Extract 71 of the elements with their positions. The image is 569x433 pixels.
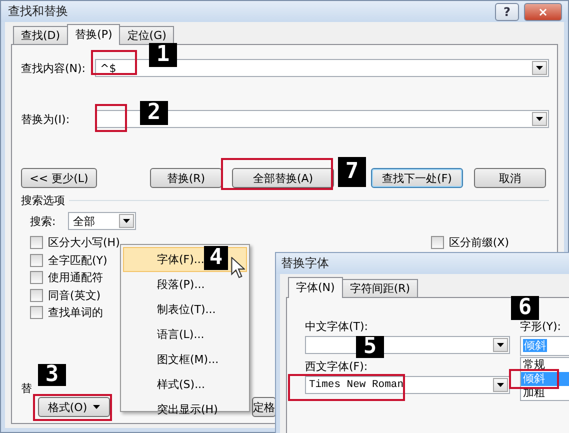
- checkbox[interactable]: [30, 271, 43, 284]
- field-value: ^$: [99, 62, 118, 74]
- list-item[interactable]: 常规: [521, 358, 569, 372]
- format-button[interactable]: 格式(O): [38, 397, 110, 417]
- menu-item[interactable]: 语言(L)...: [123, 322, 247, 347]
- step-number-badge: 3: [38, 364, 66, 386]
- dropdown-button[interactable]: [119, 214, 134, 228]
- field-label: 替换为(I):: [21, 112, 71, 126]
- menu-item[interactable]: 图文框(M)...: [123, 347, 247, 372]
- dialog-button[interactable]: 查找下一处(F): [371, 168, 463, 188]
- caret-icon: [497, 383, 504, 387]
- highlight-frame: [91, 50, 137, 75]
- highlight-frame: [95, 104, 127, 132]
- field-label: 查找内容(N):: [21, 60, 87, 76]
- dialog-button[interactable]: 定格: [252, 397, 276, 417]
- step-number-badge: 5: [356, 336, 384, 358]
- highlight-frame: [509, 369, 559, 389]
- field-label: 搜索:: [30, 214, 57, 228]
- menu-item[interactable]: 制表位(T)...: [123, 297, 247, 322]
- mouse-pointer-icon: [231, 257, 245, 279]
- tab[interactable]: 替换(P): [67, 24, 120, 45]
- checkbox-label: 区分前缀(X): [448, 235, 509, 250]
- step-number-badge: 4: [204, 246, 228, 270]
- field-value: 倾斜: [523, 339, 547, 352]
- checkbox-label: 同音(英文): [48, 288, 101, 303]
- checkbox[interactable]: [430, 236, 444, 250]
- caret-icon: [123, 219, 130, 223]
- section-title: 搜索选项: [21, 193, 65, 208]
- step-number-badge: 6: [511, 296, 539, 320]
- checkbox-label: 查找单词的: [48, 305, 103, 320]
- checkbox[interactable]: [30, 236, 43, 250]
- checkbox-label: 使用通配符: [48, 270, 103, 286]
- dropdown-button[interactable]: [532, 61, 547, 75]
- dropdown-value: Times New Roman: [308, 379, 405, 391]
- tab[interactable]: 定位(G): [119, 26, 174, 44]
- tab[interactable]: 查找(D): [13, 26, 68, 44]
- window-title: 查找和替换: [8, 3, 68, 20]
- menu-item[interactable]: 突出显示(H): [123, 397, 247, 422]
- dialog-button[interactable]: << 更少(L): [21, 168, 97, 188]
- dialog-button[interactable]: 取消: [474, 168, 546, 188]
- menu-item[interactable]: 样式(S)...: [123, 372, 247, 397]
- dialog-button[interactable]: 全部替换(A): [232, 168, 334, 188]
- caret-icon: [536, 66, 543, 70]
- checkbox[interactable]: [30, 254, 43, 267]
- checkbox-label: 全字匹配(Y): [48, 252, 108, 268]
- field-label: 西文字体(F):: [305, 359, 369, 375]
- step-number-badge: 1: [149, 43, 177, 67]
- field-label: 中文字体(T):: [305, 319, 370, 335]
- dialog-button[interactable]: 替换(R): [150, 168, 222, 188]
- western-font-dropdown[interactable]: Times New Roman: [305, 376, 510, 394]
- section-title: 替: [21, 381, 32, 397]
- field-label: 字形(Y):: [520, 319, 562, 335]
- checkbox[interactable]: [30, 306, 43, 320]
- caret-icon: [536, 117, 543, 121]
- checkbox-label: 区分大小写(H): [48, 235, 120, 250]
- help-button[interactable]: ?: [495, 2, 519, 20]
- step-number-badge: 2: [140, 101, 168, 125]
- dropdown-button[interactable]: [532, 112, 547, 126]
- caret-icon: [497, 343, 504, 347]
- dropdown-value: 全部: [72, 214, 96, 228]
- tab[interactable]: 字体(N): [288, 277, 343, 298]
- checkbox[interactable]: [30, 288, 43, 302]
- menu-item[interactable]: 段落(P)...: [123, 272, 247, 297]
- dropdown-button[interactable]: [493, 378, 508, 392]
- search-dropdown[interactable]: 全部: [68, 212, 136, 230]
- dropdown-button[interactable]: [493, 338, 508, 352]
- caret-icon: [93, 405, 100, 409]
- step-number-badge: 7: [338, 157, 366, 187]
- tab[interactable]: 字符间距(R): [342, 279, 418, 297]
- chinese-font-dropdown[interactable]: [305, 336, 510, 354]
- window-title: 替换字体: [281, 255, 329, 272]
